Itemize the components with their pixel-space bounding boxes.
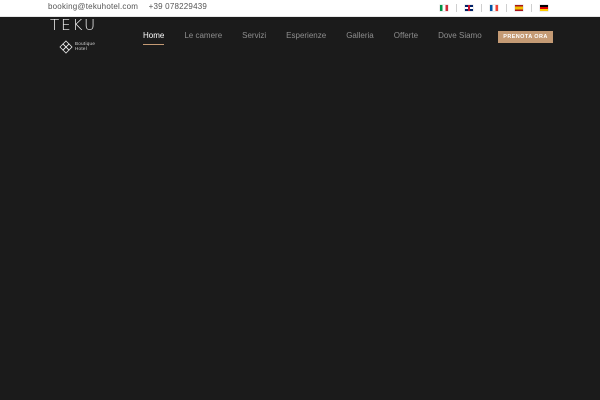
nav-item-servizi[interactable]: Servizi xyxy=(242,31,266,40)
nav-item-home[interactable]: Home xyxy=(143,31,165,45)
top-bar: booking@tekuhotel.com +39 078229439 xyxy=(0,0,600,17)
logo-wordmark: TEKU xyxy=(50,16,98,34)
german-flag-icon[interactable] xyxy=(540,5,548,11)
divider xyxy=(506,4,507,12)
logo-knot-icon xyxy=(59,40,73,54)
book-now-button[interactable]: PRENOTA ORA xyxy=(498,31,553,43)
french-flag-icon[interactable] xyxy=(490,5,498,11)
nav-item-offerte[interactable]: Offerte xyxy=(394,31,418,40)
site-logo[interactable]: TEKU Boutique Hotel xyxy=(50,18,102,56)
nav-item-le-camere[interactable]: Le camere xyxy=(184,31,222,40)
language-switcher xyxy=(440,4,548,12)
nav-item-galleria[interactable]: Galleria xyxy=(346,31,374,40)
divider xyxy=(531,4,532,12)
italian-flag-icon[interactable] xyxy=(440,5,448,11)
main-header: TEKU Boutique Hotel Home Le camere Servi… xyxy=(0,17,600,57)
email-link[interactable]: booking@tekuhotel.com xyxy=(48,2,138,11)
divider xyxy=(481,4,482,12)
english-flag-icon[interactable] xyxy=(465,5,473,11)
nav-item-esperienze[interactable]: Esperienze xyxy=(286,31,326,40)
main-nav: Home Le camere Servizi Esperienze Galler… xyxy=(143,31,502,45)
nav-item-dove-siamo[interactable]: Dove Siamo xyxy=(438,31,482,40)
contact-info: booking@tekuhotel.com +39 078229439 xyxy=(48,2,215,11)
logo-tagline: Boutique Hotel xyxy=(75,41,95,51)
logo-tagline-line: Hotel xyxy=(75,46,88,51)
phone-link[interactable]: +39 078229439 xyxy=(149,2,207,11)
divider xyxy=(456,4,457,12)
spanish-flag-icon[interactable] xyxy=(515,5,523,11)
